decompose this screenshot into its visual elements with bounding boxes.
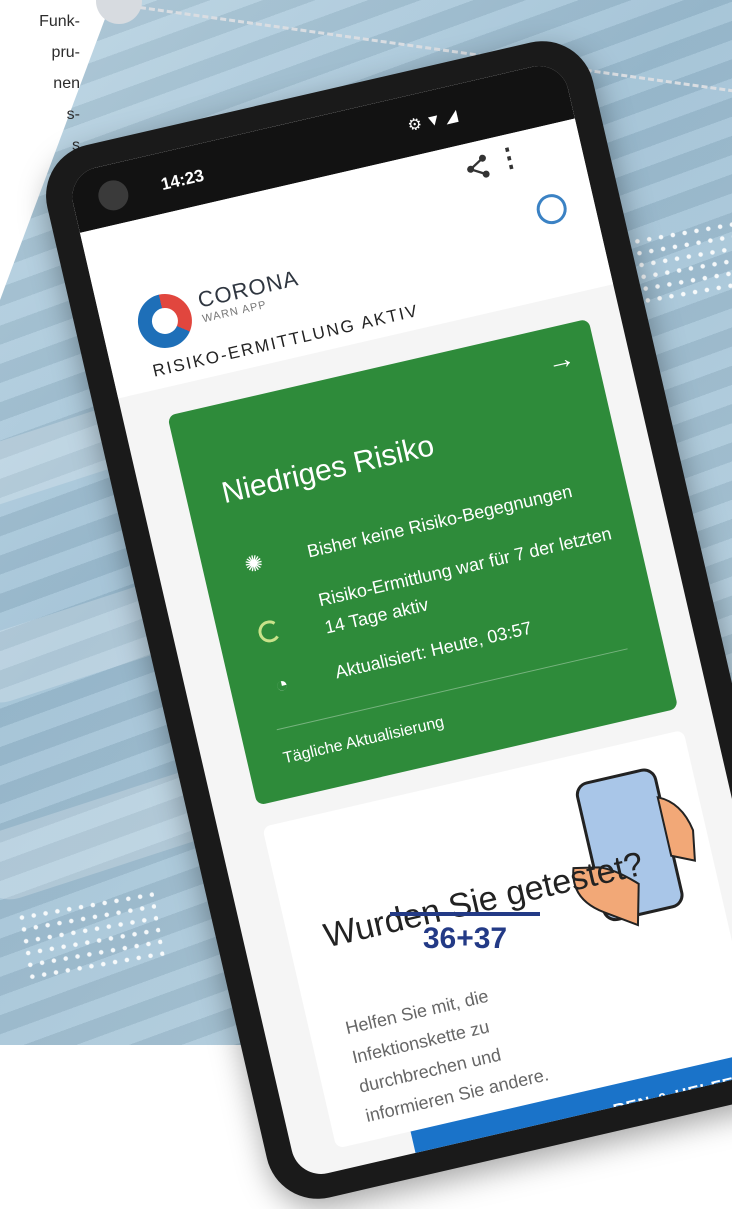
card-divider [276,648,628,731]
page-number-bar [390,912,540,916]
front-camera [95,177,132,214]
clock-icon: ◔ [272,670,291,699]
corona-warn-app-logo [132,288,198,354]
progress-ring-icon [252,617,288,652]
phone-screen: 14:23 ⚙▼◢ ⋮ CORONA WARN APP RISIKO-ERMIT… [66,60,732,1180]
smartphone: 14:23 ⚙▼◢ ⋮ CORONA WARN APP RISIKO-ERMIT… [35,30,732,1209]
share-icon[interactable] [461,151,495,185]
status-time: 14:23 [159,165,206,195]
risk-card-title: Niedriges Risiko [218,429,438,511]
app-brand: CORONA WARN APP [195,265,303,325]
phone-container: 14:23 ⚙▼◢ ⋮ CORONA WARN APP RISIKO-ERMIT… [0,0,732,1209]
signal-icon: ◢ [443,106,464,127]
page-number: 36+37 [390,912,540,956]
status-icons: ⚙▼◢ [406,104,464,136]
more-menu-icon[interactable]: ⋮ [493,140,525,176]
page-number-text: 36+37 [422,922,508,955]
risk-ring-icon [533,191,570,228]
arrow-right-icon[interactable]: → [544,341,578,378]
virus-icon: ✺ [242,549,266,578]
risk-card[interactable]: → Niedriges Risiko ✺ Bisher keine Risiko… [167,318,679,806]
